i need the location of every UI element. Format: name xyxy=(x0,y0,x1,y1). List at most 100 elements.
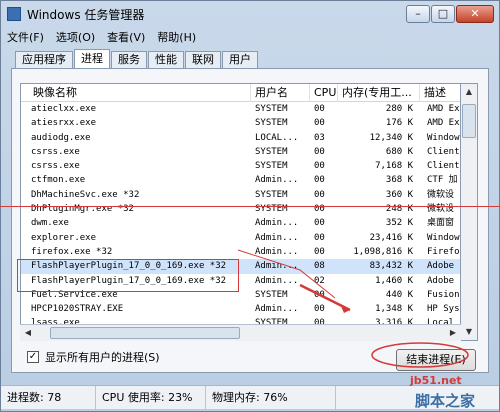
status-cpu-usage: CPU 使用率: 23% xyxy=(96,386,206,410)
cell-cpu: 08 xyxy=(314,261,325,272)
cell-image-name: explorer.exe xyxy=(31,232,97,243)
watermark-brand: 脚本之家 xyxy=(415,392,476,410)
tab-users[interactable]: 用户 xyxy=(222,51,258,69)
table-row[interactable]: DhMachineSvc.exe *32 SYSTEM 00 360 K 微软设 xyxy=(21,188,460,202)
show-all-users-option[interactable]: ✓ 显示所有用户的进程(S) xyxy=(27,349,160,365)
process-list[interactable]: 映像名称 用户名 CPU 内存(专用工... 描述 atieclxx.exe SY… xyxy=(20,83,461,341)
cell-cpu: 00 xyxy=(314,289,325,300)
cell-cpu: 00 xyxy=(314,304,325,315)
table-row[interactable]: explorer.exe Admin... 00 23,416 K Window xyxy=(21,231,460,245)
scroll-up-icon[interactable]: ▲ xyxy=(461,84,477,100)
cell-user-name: SYSTEM xyxy=(255,146,288,157)
show-all-users-checkbox[interactable]: ✓ xyxy=(27,351,39,363)
cell-description: Firefo xyxy=(427,246,460,257)
cell-memory: 248 K xyxy=(385,204,413,215)
cell-memory: 1,348 K xyxy=(375,304,413,315)
menu-options[interactable]: 选项(O) xyxy=(56,29,95,45)
cell-user-name: Admin... xyxy=(255,218,299,229)
cell-cpu: 00 xyxy=(314,204,325,215)
cell-user-name: Admin... xyxy=(255,275,299,286)
cell-memory: 280 K xyxy=(385,104,413,114)
cell-description: HP Sys xyxy=(427,304,460,315)
cell-memory: 1,098,816 K xyxy=(353,246,413,257)
cell-description: Adobe xyxy=(427,275,455,286)
tab-networking[interactable]: 联网 xyxy=(185,51,221,69)
cell-cpu: 00 xyxy=(314,189,325,200)
table-row[interactable]: DhPluginMgr.exe *32 SYSTEM 00 248 K 微软设 xyxy=(21,202,460,216)
cell-cpu: 00 xyxy=(314,175,325,186)
menu-view[interactable]: 查看(V) xyxy=(107,29,145,45)
scroll-right-icon[interactable]: ▶ xyxy=(445,325,461,341)
window-title: Windows 任务管理器 xyxy=(27,8,145,22)
tab-strip: 应用程序 进程 服务 性能 联网 用户 xyxy=(15,49,259,69)
cell-memory: 176 K xyxy=(385,118,413,129)
tab-applications[interactable]: 应用程序 xyxy=(15,51,73,69)
cell-cpu: 00 xyxy=(314,104,325,114)
table-row[interactable]: firefox.exe *32 Admin... 00 1,098,816 K Fire… xyxy=(21,245,460,259)
cell-description: Client xyxy=(427,146,460,157)
cell-cpu: 00 xyxy=(314,246,325,257)
cell-cpu: 02 xyxy=(314,275,325,286)
column-cpu[interactable]: CPU xyxy=(310,84,338,102)
cell-user-name: SYSTEM xyxy=(255,118,288,129)
scroll-left-icon[interactable]: ◀ xyxy=(20,325,36,341)
cell-description: Adobe xyxy=(427,261,455,272)
menu-bar: 文件(F) 选项(O) 查看(V) 帮助(H) xyxy=(7,29,196,45)
cell-user-name: Admin... xyxy=(255,175,299,186)
cell-cpu: 00 xyxy=(314,218,325,229)
scroll-down-icon[interactable]: ▼ xyxy=(461,324,477,340)
cell-user-name: SYSTEM xyxy=(255,204,288,215)
close-button[interactable]: ✕ xyxy=(456,5,494,23)
cell-user-name: Admin... xyxy=(255,304,299,315)
vertical-scrollbar[interactable]: ▲ ▼ xyxy=(461,83,478,341)
table-row[interactable]: ctfmon.exe Admin... 00 368 K CTF 加 xyxy=(21,173,460,187)
cell-user-name: Admin... xyxy=(255,261,299,272)
process-rows: atieclxx.exe SYSTEM 00 280 K AMD Ex atiesrxx.… xyxy=(21,102,460,331)
table-row[interactable]: csrss.exe SYSTEM 00 7,168 K Client xyxy=(21,159,460,173)
cell-user-name: SYSTEM xyxy=(255,104,288,114)
end-process-button[interactable]: 结束进程(E) xyxy=(396,349,476,371)
cell-user-name: SYSTEM xyxy=(255,189,288,200)
table-row[interactable]: dwm.exe Admin... 00 352 K 桌面窗 xyxy=(21,216,460,230)
cell-memory: 440 K xyxy=(385,289,413,300)
vertical-scroll-thumb[interactable] xyxy=(462,104,476,138)
cell-description: Window xyxy=(427,232,460,243)
cell-description: AMD Ex xyxy=(427,118,460,129)
cell-memory: 360 K xyxy=(385,189,413,200)
cell-user-name: Admin... xyxy=(255,246,299,257)
cell-image-name: DhMachineSvc.exe *32 xyxy=(31,189,140,200)
status-process-count: 进程数: 78 xyxy=(1,386,96,410)
horizontal-scroll-thumb[interactable] xyxy=(50,327,240,339)
cell-image-name: dwm.exe xyxy=(31,218,69,229)
minimize-button[interactable]: – xyxy=(406,5,430,23)
table-row[interactable]: csrss.exe SYSTEM 00 680 K Client xyxy=(21,145,460,159)
task-manager-icon xyxy=(7,7,21,21)
cell-memory: 23,416 K xyxy=(369,232,413,243)
tab-processes[interactable]: 进程 xyxy=(74,49,110,69)
tab-performance[interactable]: 性能 xyxy=(148,51,184,69)
cell-user-name: SYSTEM xyxy=(255,161,288,172)
menu-help[interactable]: 帮助(H) xyxy=(157,29,196,45)
cell-image-name: ctfmon.exe xyxy=(31,175,86,186)
tab-services[interactable]: 服务 xyxy=(111,51,147,69)
status-memory-usage: 物理内存: 76% xyxy=(206,386,336,410)
maximize-button[interactable]: □ xyxy=(431,5,455,23)
cell-memory: 368 K xyxy=(385,175,413,186)
table-row[interactable]: audiodg.exe LOCAL... 03 12,340 K Window xyxy=(21,131,460,145)
cell-memory: 7,168 K xyxy=(375,161,413,172)
cell-cpu: 00 xyxy=(314,118,325,129)
menu-file[interactable]: 文件(F) xyxy=(7,29,44,45)
horizontal-scrollbar[interactable]: ◀ ▶ xyxy=(20,324,461,341)
list-header: 映像名称 用户名 CPU 内存(专用工... 描述 xyxy=(21,84,460,102)
column-user-name[interactable]: 用户名 xyxy=(251,84,310,102)
column-memory[interactable]: 内存(专用工... xyxy=(338,84,420,102)
cell-memory: 1,460 K xyxy=(375,275,413,286)
cell-memory: 12,340 K xyxy=(369,132,413,143)
column-image-name[interactable]: 映像名称 xyxy=(21,84,251,102)
table-row[interactable]: HPCP1020STRAY.EXE Admin... 00 1,348 K HP Sys xyxy=(21,302,460,316)
table-row[interactable]: atiesrxx.exe SYSTEM 00 176 K AMD Ex xyxy=(21,116,460,130)
column-description[interactable]: 描述 xyxy=(420,84,460,102)
cell-description: Window xyxy=(427,132,460,143)
title-bar: Windows 任务管理器 – □ ✕ xyxy=(1,1,499,27)
table-row[interactable]: atieclxx.exe SYSTEM 00 280 K AMD Ex xyxy=(21,102,460,116)
